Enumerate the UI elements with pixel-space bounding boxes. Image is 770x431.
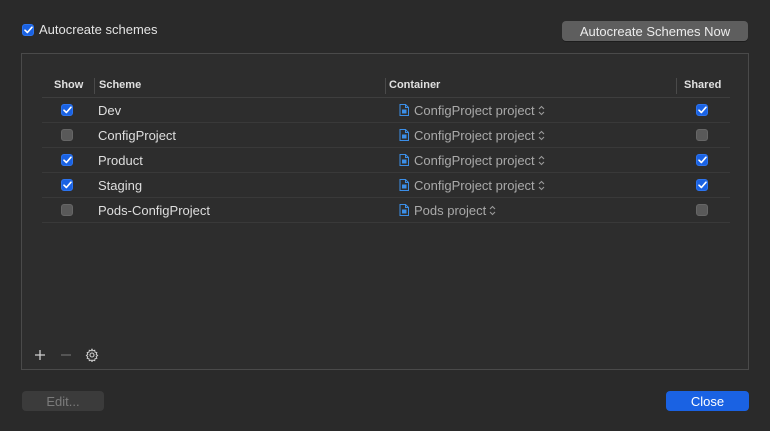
header-shared[interactable]: Shared: [684, 79, 721, 91]
container-popup[interactable]: ConfigProject project: [399, 148, 545, 172]
show-cell: [61, 173, 73, 197]
header-show[interactable]: Show: [54, 79, 83, 91]
show-cell: [61, 123, 73, 147]
project-document-icon: [399, 179, 409, 191]
shared-checkbox[interactable]: [696, 104, 708, 116]
schemes-table: Show Scheme Container Shared Dev ConfigPr…: [42, 75, 730, 223]
container-popup[interactable]: Pods project: [399, 198, 496, 222]
column-separator[interactable]: [676, 78, 677, 94]
schemes-panel: Show Scheme Container Shared Dev ConfigPr…: [21, 53, 749, 370]
table-row[interactable]: Pods-ConfigProject Pods project: [42, 198, 730, 223]
gear-icon[interactable]: [84, 347, 100, 363]
show-checkbox[interactable]: [61, 179, 73, 191]
shared-cell: [696, 123, 708, 147]
project-document-icon: [399, 154, 409, 166]
container-popup[interactable]: ConfigProject project: [399, 98, 545, 122]
container-label: ConfigProject project: [414, 177, 535, 193]
chevron-up-down-icon: [538, 105, 545, 116]
column-separator[interactable]: [94, 78, 95, 94]
project-document-icon: [399, 104, 409, 116]
show-cell: [61, 198, 73, 222]
minus-icon[interactable]: [58, 347, 74, 363]
scheme-name: ConfigProject: [98, 127, 177, 143]
project-document-icon: [399, 204, 409, 216]
container-popup[interactable]: ConfigProject project: [399, 173, 545, 197]
column-separator[interactable]: [385, 78, 386, 94]
table-row[interactable]: Staging ConfigProject project: [42, 173, 730, 198]
container-label: ConfigProject project: [414, 152, 535, 168]
header-container[interactable]: Container: [389, 79, 440, 91]
shared-cell: [696, 198, 708, 222]
container-label: ConfigProject project: [414, 127, 535, 143]
container-label: Pods project: [414, 202, 487, 218]
chevron-up-down-icon: [538, 180, 545, 191]
shared-checkbox[interactable]: [696, 179, 708, 191]
chevron-up-down-icon: [489, 205, 496, 216]
table-row[interactable]: Dev ConfigProject project: [42, 98, 730, 123]
table-row[interactable]: Product ConfigProject project: [42, 148, 730, 173]
header-scheme[interactable]: Scheme: [99, 79, 141, 91]
chevron-up-down-icon: [538, 155, 545, 166]
scheme-name: Product: [98, 152, 143, 168]
shared-cell: [696, 98, 708, 122]
autocreate-schemes-row[interactable]: Autocreate schemes: [22, 22, 158, 37]
plus-icon[interactable]: [32, 347, 48, 363]
container-label: ConfigProject project: [414, 102, 535, 118]
shared-checkbox[interactable]: [696, 129, 708, 141]
shared-checkbox[interactable]: [696, 204, 708, 216]
edit-button[interactable]: Edit...: [22, 391, 104, 411]
panel-toolbar: [32, 347, 110, 363]
show-cell: [61, 148, 73, 172]
show-cell: [61, 98, 73, 122]
autocreate-schemes-now-button[interactable]: Autocreate Schemes Now: [562, 21, 748, 41]
autocreate-schemes-label: Autocreate schemes: [39, 22, 158, 37]
show-checkbox[interactable]: [61, 104, 73, 116]
shared-checkbox[interactable]: [696, 154, 708, 166]
table-header: Show Scheme Container Shared: [42, 75, 730, 98]
scheme-name: Dev: [98, 102, 122, 118]
table-body: Dev ConfigProject project ConfigProject Con…: [42, 98, 730, 223]
container-popup[interactable]: ConfigProject project: [399, 123, 545, 147]
show-checkbox[interactable]: [61, 154, 73, 166]
show-checkbox[interactable]: [61, 204, 73, 216]
scheme-name: Staging: [98, 177, 143, 193]
show-checkbox[interactable]: [61, 129, 73, 141]
chevron-up-down-icon: [538, 130, 545, 141]
autocreate-schemes-checkbox[interactable]: [22, 23, 34, 36]
scheme-name: Pods-ConfigProject: [98, 202, 210, 218]
shared-cell: [696, 148, 708, 172]
project-document-icon: [399, 129, 409, 141]
table-row[interactable]: ConfigProject ConfigProject project: [42, 123, 730, 148]
shared-cell: [696, 173, 708, 197]
close-button[interactable]: Close: [666, 391, 749, 411]
